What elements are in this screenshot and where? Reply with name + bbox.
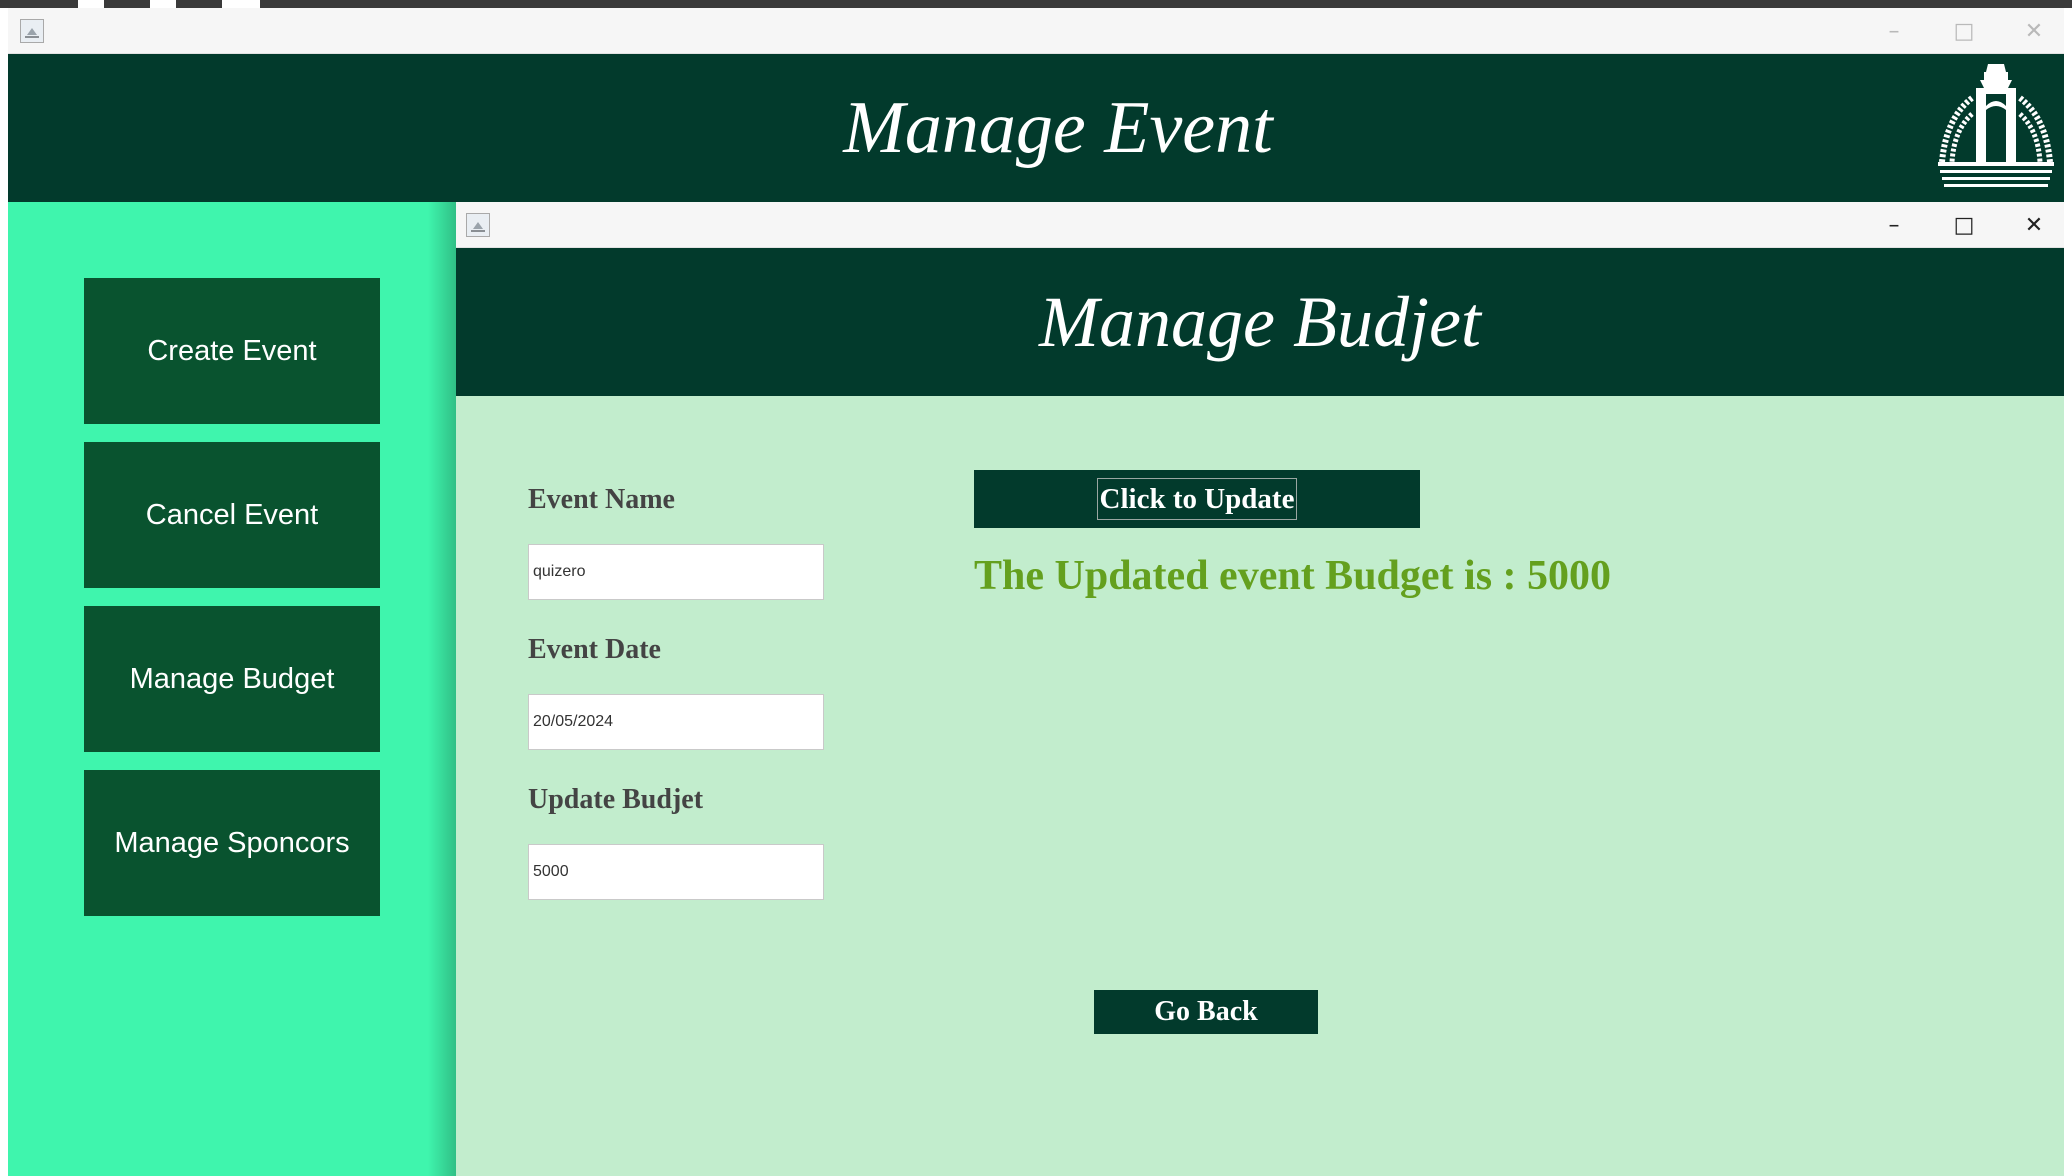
- desktop-screen: – □ ✕ Manage Event Create Event Cancel E…: [0, 0, 2072, 1176]
- event-name-input[interactable]: quizero: [528, 544, 824, 600]
- outer-close-button[interactable]: ✕: [2014, 11, 2054, 51]
- manage-sponsors-button[interactable]: Manage Sponcors: [84, 770, 380, 916]
- java-app-icon: [20, 19, 44, 43]
- page-title: Manage Event: [843, 86, 1273, 169]
- event-date-input[interactable]: 20/05/2024: [528, 694, 824, 750]
- top-edge-strip: [0, 0, 2072, 8]
- java-app-icon: [466, 213, 490, 237]
- inner-header-banner: Manage Budjet: [456, 248, 2064, 396]
- university-logo-icon: [1938, 64, 2054, 187]
- outer-header-banner: Manage Event: [8, 54, 2064, 202]
- click-to-update-label: Click to Update: [1096, 478, 1298, 520]
- section-title: Manage Budjet: [1039, 281, 1481, 362]
- click-to-update-button[interactable]: Click to Update: [974, 470, 1420, 528]
- inner-close-button[interactable]: ✕: [2014, 205, 2054, 245]
- update-budget-input[interactable]: 5000: [528, 844, 824, 900]
- inner-minimize-button[interactable]: –: [1874, 205, 1914, 245]
- inner-window-titlebar[interactable]: – □ ✕: [456, 202, 2064, 248]
- event-date-label: Event Date: [528, 634, 661, 665]
- outer-minimize-button[interactable]: –: [1874, 11, 1914, 51]
- sidebar-shadow: [428, 202, 456, 1176]
- update-budget-label: Update Budjet: [528, 784, 704, 815]
- cancel-event-button[interactable]: Cancel Event: [84, 442, 380, 588]
- outer-maximize-button[interactable]: □: [1944, 11, 1984, 51]
- outer-window-titlebar[interactable]: – □ ✕: [8, 8, 2064, 54]
- sidebar: Create Event Cancel Event Manage Budget …: [8, 202, 456, 1176]
- event-name-label: Event Name: [528, 484, 675, 515]
- result-message: The Updated event Budget is : 5000: [974, 553, 1612, 599]
- inner-maximize-button[interactable]: □: [1944, 205, 1984, 245]
- go-back-button[interactable]: Go Back: [1094, 990, 1318, 1034]
- budget-form-panel: Event Name quizero Event Date 20/05/2024…: [456, 396, 2064, 1176]
- create-event-button[interactable]: Create Event: [84, 278, 380, 424]
- manage-budget-button[interactable]: Manage Budget: [84, 606, 380, 752]
